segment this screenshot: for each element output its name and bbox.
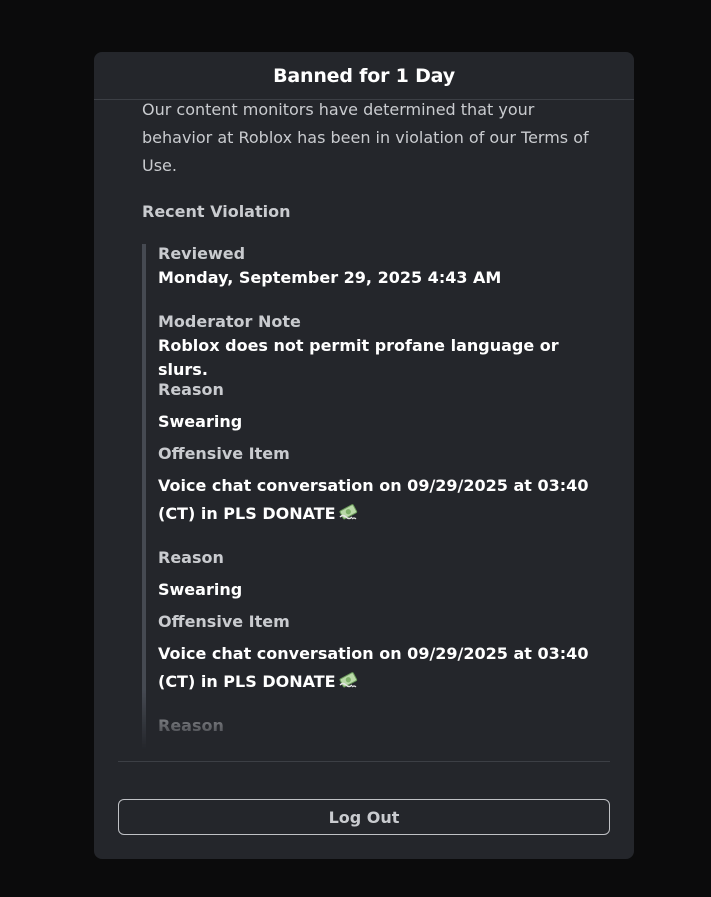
offensive-item-label: Offensive Item [158,444,290,463]
ban-explanation: Our content monitors have determined tha… [142,100,589,175]
offensive-item-text: Voice chat conversation on 09/29/2025 at… [158,644,589,691]
recent-violation-heading: Recent Violation [142,202,291,221]
reason-value: Swearing [158,580,243,599]
reviewed-label: Reviewed [158,244,246,263]
log-out-button[interactable]: Log Out [118,799,610,835]
offensive-item-value: Voice chat conversation on 09/29/2025 at… [158,472,598,531]
ban-modal: Banned for 1 Day Our content monitors ha… [94,52,634,859]
offensive-item-text: Voice chat conversation on 09/29/2025 at… [158,476,589,523]
moderator-note-value: Roblox does not permit profane language … [158,336,559,379]
money-with-wings-icon [338,670,360,699]
reason-label: Reason [158,380,224,399]
modal-body[interactable]: Our content monitors have determined tha… [94,100,634,761]
modal-header: Banned for 1 Day [94,52,634,100]
violation-details: Reviewed Monday, September 29, 2025 4:43… [142,244,596,750]
modal-title: Banned for 1 Day [273,64,455,87]
reviewed-value: Monday, September 29, 2025 4:43 AM [158,268,502,287]
reason-value: Swearing [158,412,243,431]
reason-label: Reason [158,548,224,567]
footer-divider [118,761,610,762]
offensive-item-value: Voice chat conversation on 09/29/2025 at… [158,640,598,699]
offensive-item-label: Offensive Item [158,612,290,631]
money-with-wings-icon [338,502,360,531]
reason-label: Reason [158,716,224,735]
moderator-note-label: Moderator Note [158,312,301,331]
